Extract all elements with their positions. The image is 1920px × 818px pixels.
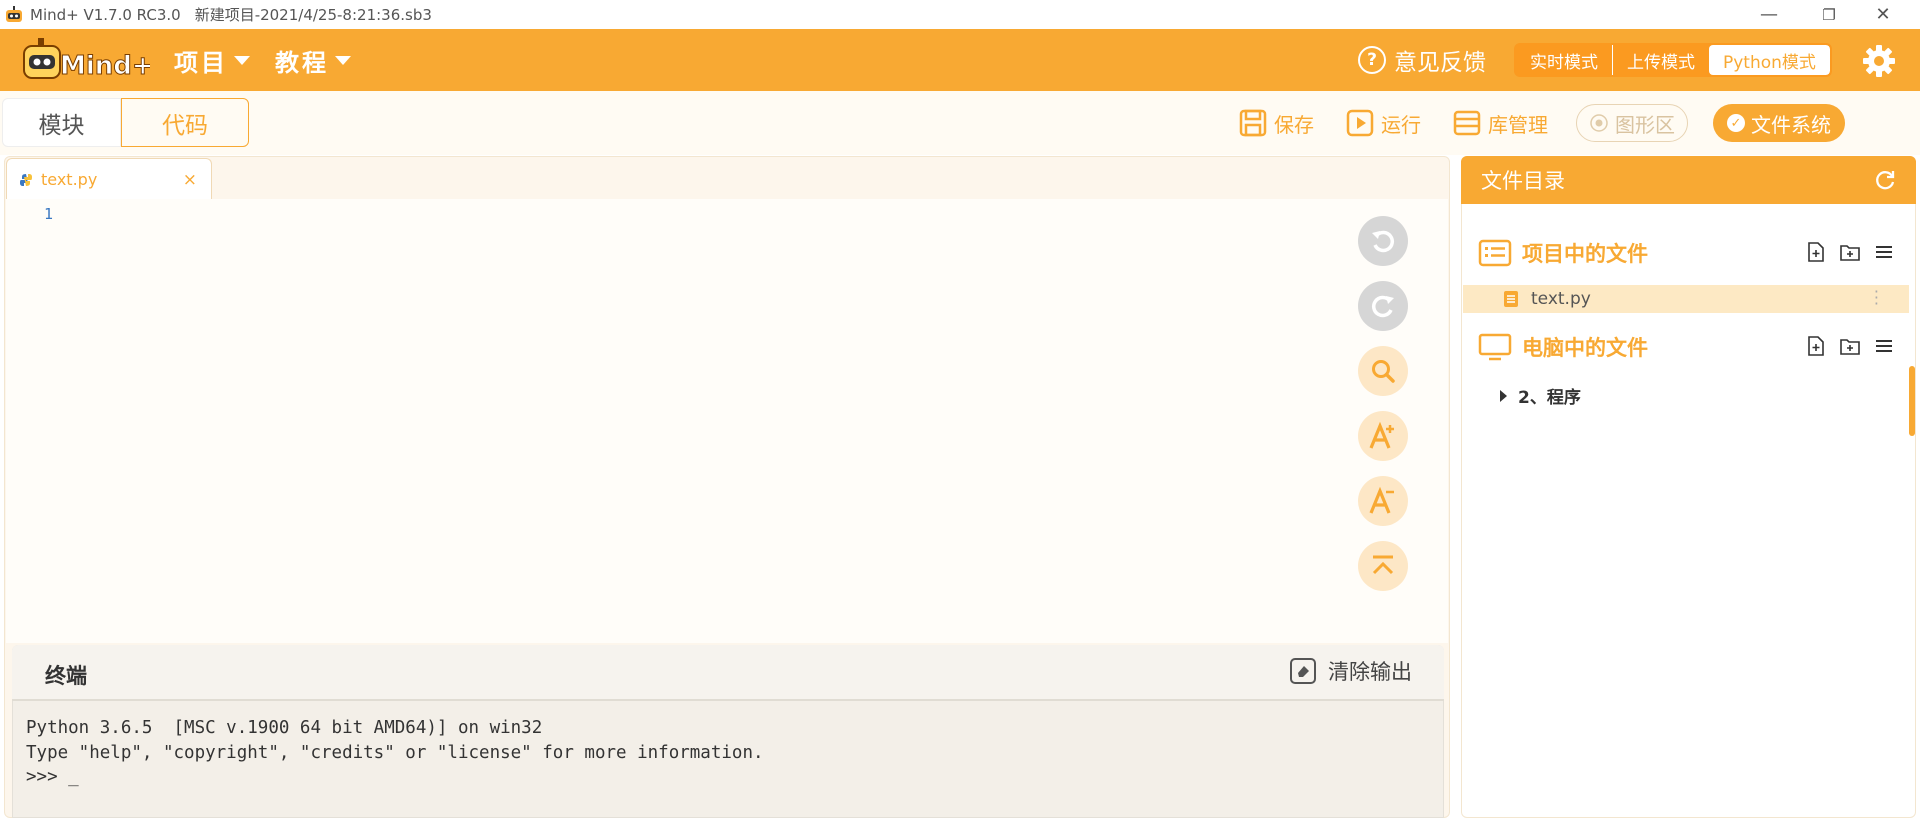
mode-realtime[interactable]: 实时模式 — [1516, 45, 1612, 75]
redo-icon — [1372, 295, 1394, 318]
check-icon: ✓ — [1727, 114, 1745, 132]
graphics-area-toggle[interactable]: 图形区 — [1576, 104, 1688, 142]
menu-tutorial-label: 教程 — [275, 48, 329, 77]
file-icon — [1504, 291, 1518, 307]
line-number: 1 — [44, 205, 54, 223]
computer-files-section[interactable]: 电脑中的文件 — [1478, 327, 1648, 367]
font-decrease-button[interactable] — [1358, 476, 1408, 526]
minimize-button[interactable]: — — [1746, 0, 1792, 29]
file-manager-scrollbar[interactable] — [1909, 366, 1915, 436]
editor-tab-text-py[interactable]: text.py × — [6, 158, 212, 200]
menu-icon[interactable] — [1873, 335, 1895, 357]
file-item-label: text.py — [1531, 289, 1591, 309]
search-icon — [1372, 360, 1395, 383]
terminal-title: 终端 — [45, 664, 87, 688]
window-titlebar: Mind+ V1.7.0 RC3.0 新建项目-2021/4/25-8:21:3… — [0, 0, 1920, 29]
window-close-button[interactable]: ✕ — [1860, 0, 1906, 29]
code-editor[interactable] — [6, 199, 1448, 643]
menu-project[interactable]: 项目 — [174, 29, 250, 91]
chevron-down-icon — [335, 55, 351, 65]
mode-upload[interactable]: 上传模式 — [1612, 45, 1709, 75]
library-button[interactable]: 库管理 — [1452, 103, 1548, 143]
expand-arrow-icon[interactable] — [1500, 389, 1507, 402]
terminal-header — [12, 645, 1444, 701]
library-label: 库管理 — [1488, 112, 1548, 137]
undo-button[interactable] — [1358, 216, 1408, 266]
feedback-label: 意见反馈 — [1394, 50, 1486, 76]
redo-button[interactable] — [1358, 281, 1408, 331]
file-manager-title: 文件目录 — [1481, 169, 1565, 193]
tree-folder-program[interactable]: 2、程序 — [1500, 383, 1581, 408]
tab-blocks[interactable]: 模块 — [2, 98, 121, 147]
filesystem-toggle[interactable]: ✓ 文件系统 — [1713, 104, 1845, 142]
radio-icon — [1590, 114, 1608, 132]
save-button[interactable]: 保存 — [1238, 103, 1314, 143]
list-icon — [1478, 239, 1512, 267]
save-icon — [1239, 109, 1267, 137]
save-label: 保存 — [1274, 112, 1314, 137]
menu-project-label: 项目 — [174, 48, 228, 77]
mode-switcher: 实时模式 上传模式 Python模式 — [1514, 43, 1832, 77]
mindplus-logo[interactable]: Mind+ — [22, 38, 150, 84]
filesystem-label: 文件系统 — [1751, 112, 1831, 137]
graphics-label: 图形区 — [1615, 112, 1675, 137]
menu-tutorial[interactable]: 教程 — [275, 29, 351, 91]
search-button[interactable] — [1358, 346, 1408, 396]
font-increase-button[interactable] — [1358, 411, 1408, 461]
mindplus-app-icon — [6, 5, 22, 22]
file-item-text-py[interactable]: text.py · · · — [1463, 284, 1909, 313]
svg-text:Mind+: Mind+ — [60, 51, 150, 81]
more-options-icon[interactable]: · · · — [1874, 284, 1879, 312]
computer-files-label: 电脑中的文件 — [1522, 336, 1648, 360]
library-icon — [1453, 110, 1481, 136]
terminal-prompt: >>> _ — [26, 767, 79, 787]
chevron-down-icon — [234, 55, 250, 65]
scroll-top-icon — [1372, 555, 1394, 575]
project-files-label: 项目中的文件 — [1522, 242, 1648, 266]
feedback-button[interactable]: ? 意见反馈 — [1358, 29, 1486, 91]
eraser-icon — [1290, 658, 1316, 684]
terminal-output[interactable]: Python 3.6.5 [MSC v.1900 64 bit AMD64)] … — [26, 716, 764, 790]
computer-files-actions — [1805, 335, 1895, 357]
new-folder-icon[interactable] — [1839, 335, 1861, 357]
maximize-button[interactable]: ❐ — [1806, 0, 1852, 29]
mode-python[interactable]: Python模式 — [1709, 45, 1830, 75]
run-button[interactable]: 运行 — [1345, 103, 1421, 143]
new-file-icon[interactable] — [1805, 241, 1827, 263]
gear-icon[interactable] — [1862, 44, 1896, 78]
undo-icon — [1372, 230, 1394, 253]
window-title: Mind+ V1.7.0 RC3.0 — [30, 5, 181, 24]
tree-folder-label: 2、程序 — [1518, 388, 1581, 408]
font-decrease-icon — [1369, 486, 1394, 514]
file-manager-header: 文件目录 — [1461, 156, 1916, 204]
menu-icon[interactable] — [1873, 241, 1895, 263]
clear-output-button[interactable]: 清除输出 — [1290, 656, 1412, 686]
refresh-icon[interactable] — [1873, 168, 1897, 192]
python-icon — [20, 173, 32, 186]
document-name: 新建项目-2021/4/25-8:21:36.sb3 — [194, 6, 432, 24]
monitor-icon — [1478, 333, 1512, 361]
project-files-actions — [1805, 241, 1895, 263]
clear-output-label: 清除输出 — [1328, 660, 1412, 684]
play-icon — [1346, 109, 1374, 137]
font-increase-icon — [1369, 421, 1394, 449]
tab-code[interactable]: 代码 — [121, 98, 249, 147]
terminal-line: Type "help", "copyright", "credits" or "… — [26, 742, 764, 763]
new-folder-icon[interactable] — [1839, 241, 1861, 263]
new-file-icon[interactable] — [1805, 335, 1827, 357]
close-icon[interactable]: × — [183, 170, 197, 190]
scroll-top-button[interactable] — [1358, 541, 1408, 591]
editor-tab-label: text.py — [41, 170, 98, 189]
run-label: 运行 — [1381, 112, 1421, 137]
question-icon: ? — [1358, 46, 1386, 74]
terminal-line: Python 3.6.5 [MSC v.1900 64 bit AMD64)] … — [26, 718, 543, 738]
project-files-section[interactable]: 项目中的文件 — [1478, 233, 1648, 273]
